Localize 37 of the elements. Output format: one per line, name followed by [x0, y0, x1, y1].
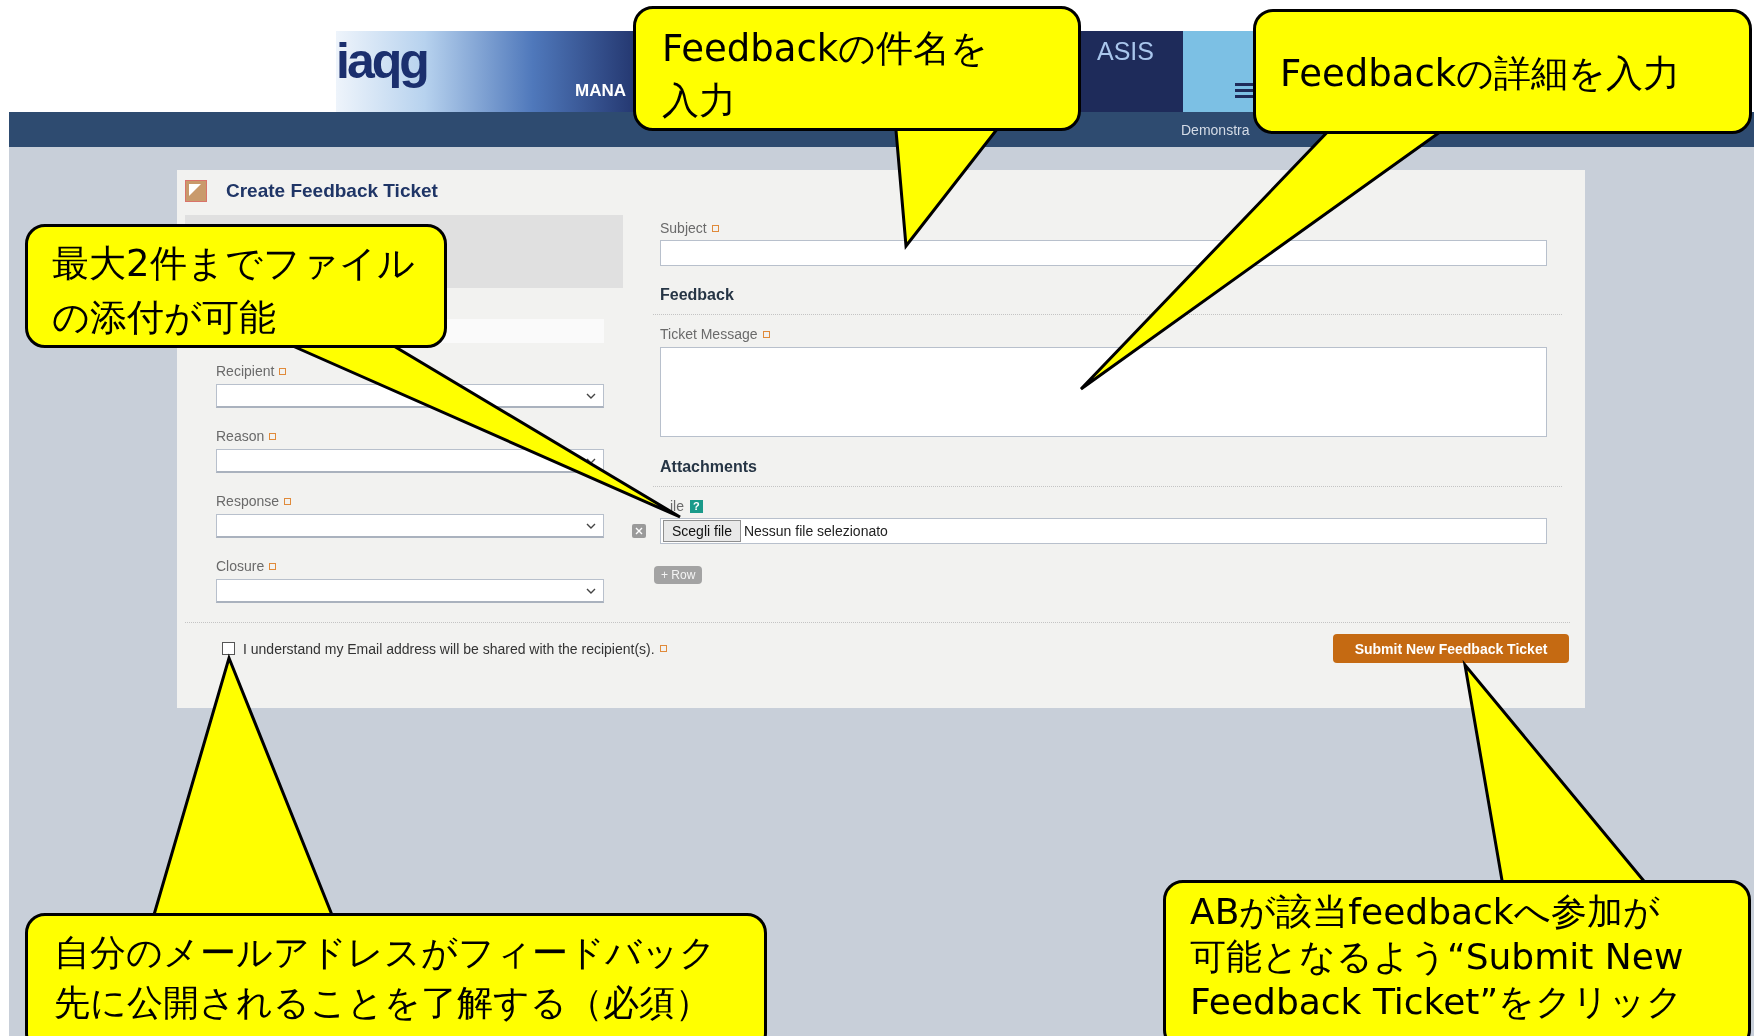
- section-heading: Attachments: [660, 457, 758, 477]
- callout-text: Feedbackの件名を入力: [662, 26, 990, 124]
- form-icon: [185, 180, 207, 202]
- field-label: ile: [670, 498, 684, 514]
- message-field[interactable]: [660, 347, 1547, 437]
- user-name: Demonstra: [1181, 121, 1250, 138]
- chevron-icon: [586, 392, 596, 399]
- field-label: Reason: [216, 428, 265, 444]
- callout-text: 最大2件までファイルの添付が可能: [52, 241, 416, 341]
- dropdown-field[interactable]: [216, 514, 604, 538]
- field-label: Ticket Message: [660, 326, 758, 342]
- close-icon[interactable]: [632, 524, 646, 538]
- callout-text: 自分のメールアドレスがフィードバック先に公開されることを了解する（必須）: [54, 931, 716, 1025]
- help-badge[interactable]: ?: [690, 499, 703, 513]
- chevron-icon: [586, 522, 596, 529]
- subject-field[interactable]: [660, 240, 1547, 266]
- dropdown-field[interactable]: [216, 579, 604, 603]
- choose-file-button[interactable]: Scegli file: [663, 520, 741, 542]
- menu-icon[interactable]: [1235, 82, 1253, 98]
- field-label: Recipient: [216, 363, 275, 379]
- nav-label: MANA: [575, 81, 626, 101]
- form-title: Create Feedback Ticket: [226, 180, 438, 202]
- chevron-icon: [586, 587, 596, 594]
- callout-text: ABが該当feedbackへ参加が可能となるよう“Submit New Feedback Ticket”をクリック: [1190, 890, 1685, 1024]
- brand-text: ASIS: [1097, 37, 1154, 65]
- callout-text: Feedbackの詳細を入力: [1280, 51, 1682, 97]
- logo-text: iaqg: [336, 33, 427, 89]
- section-heading: Feedback: [660, 285, 735, 305]
- submit-button[interactable]: Submit New Feedback Ticket: [1333, 634, 1569, 663]
- add-row-button[interactable]: + Row: [654, 566, 703, 584]
- file-status-text: Nessun file selezionato: [743, 523, 888, 539]
- field-label: Response: [216, 493, 280, 509]
- field-label: Subject: [660, 220, 707, 236]
- field-label: Closure: [216, 558, 265, 574]
- dropdown-field[interactable]: [216, 449, 604, 473]
- consent-text: I understand my Email address will be shared with the recipient(s).: [243, 640, 655, 657]
- consent-checkbox[interactable]: [222, 642, 235, 655]
